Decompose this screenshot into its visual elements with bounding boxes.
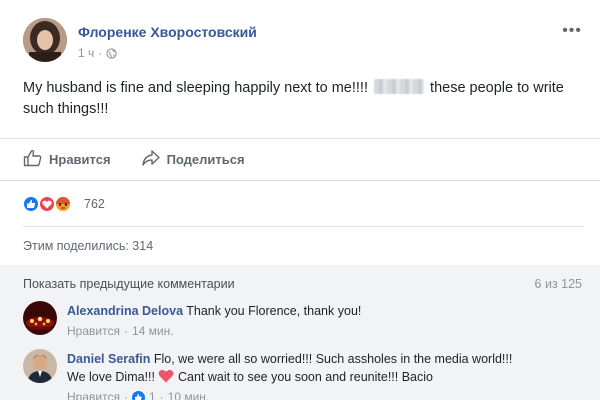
reactions-summary[interactable]: 762 (22, 194, 105, 214)
like-button[interactable]: Нравится (23, 149, 111, 170)
meta-separator: · (98, 46, 103, 60)
commenter-avatar[interactable] (23, 301, 57, 335)
share-button[interactable]: Поделиться (141, 149, 245, 170)
comment-text-line1: Flo, we were all so worried!!! Such assh… (153, 352, 513, 366)
divider (0, 180, 600, 181)
post-text: My husband is fine and sleeping happily … (23, 78, 583, 120)
comment-like-count[interactable]: 1 (149, 388, 156, 400)
divider (0, 138, 600, 139)
meta-separator: · (123, 324, 128, 338)
comment-like-link[interactable]: Нравится (67, 388, 120, 400)
comments-section: Показать предыдущие комментарии 6 из 125 (0, 265, 600, 400)
comment-body: Alexandrina Delova Thank you Florence, t… (67, 302, 587, 340)
meta-separator: · (123, 390, 128, 400)
like-reaction-icon (22, 195, 40, 213)
post-time[interactable]: 1 ч (78, 46, 94, 60)
author-avatar[interactable] (23, 18, 67, 62)
comment-like-link[interactable]: Нравится (67, 322, 120, 340)
comment-item: Alexandrina Delova Thank you Florence, t… (23, 301, 583, 345)
comment-text-line2b: Cant wait to see you soon and reunite!!!… (177, 370, 433, 384)
comment-body: Daniel Serafin Flo, we were all so worri… (67, 350, 587, 400)
comment-item: Daniel Serafin Flo, we were all so worri… (23, 349, 583, 400)
show-previous-comments-link[interactable]: Показать предыдущие комментарии (23, 277, 235, 291)
like-button-label: Нравится (49, 151, 111, 167)
angry-reaction-icon (54, 195, 72, 213)
blurred-text (374, 79, 425, 94)
thumbs-up-icon (23, 149, 43, 170)
shares-count[interactable]: Этим поделились: 314 (23, 239, 153, 253)
comment-text-line2a: We love Dima!!! (67, 370, 155, 384)
meta-separator: · (159, 390, 164, 400)
comment-time[interactable]: 10 мин. (168, 388, 210, 400)
comment-time[interactable]: 14 мин. (132, 322, 174, 340)
post-meta: 1 ч · (78, 46, 117, 60)
comment-text: Thank you Florence, thank you! (186, 304, 362, 318)
divider (23, 226, 583, 227)
reactions-count[interactable]: 762 (84, 197, 105, 211)
comment-author[interactable]: Alexandrina Delova (67, 304, 183, 318)
post-text-before: My husband is fine and sleeping happily … (23, 80, 368, 96)
more-options-icon[interactable]: ••• (562, 22, 582, 40)
share-button-label: Поделиться (166, 151, 245, 167)
reaction-icons (22, 194, 80, 214)
comment-meta: Нравится · 1 · 10 мин. (67, 388, 587, 400)
action-bar: Нравится Поделиться (23, 145, 245, 173)
comment-author[interactable]: Daniel Serafin (67, 352, 150, 366)
commenter-avatar[interactable] (23, 349, 57, 383)
heart-emoji-icon (158, 369, 174, 383)
share-arrow-icon (141, 149, 161, 170)
comment-meta: Нравится · 14 мин. (67, 322, 587, 340)
love-reaction-icon (38, 195, 56, 213)
post-card: Флоренке Хворостовский 1 ч · ••• My husb… (0, 0, 600, 400)
comments-counter: 6 из 125 (534, 277, 582, 291)
comment-like-count-icon (131, 390, 145, 400)
post-author-name[interactable]: Флоренке Хворостовский (78, 24, 257, 40)
globe-icon[interactable] (106, 47, 117, 59)
